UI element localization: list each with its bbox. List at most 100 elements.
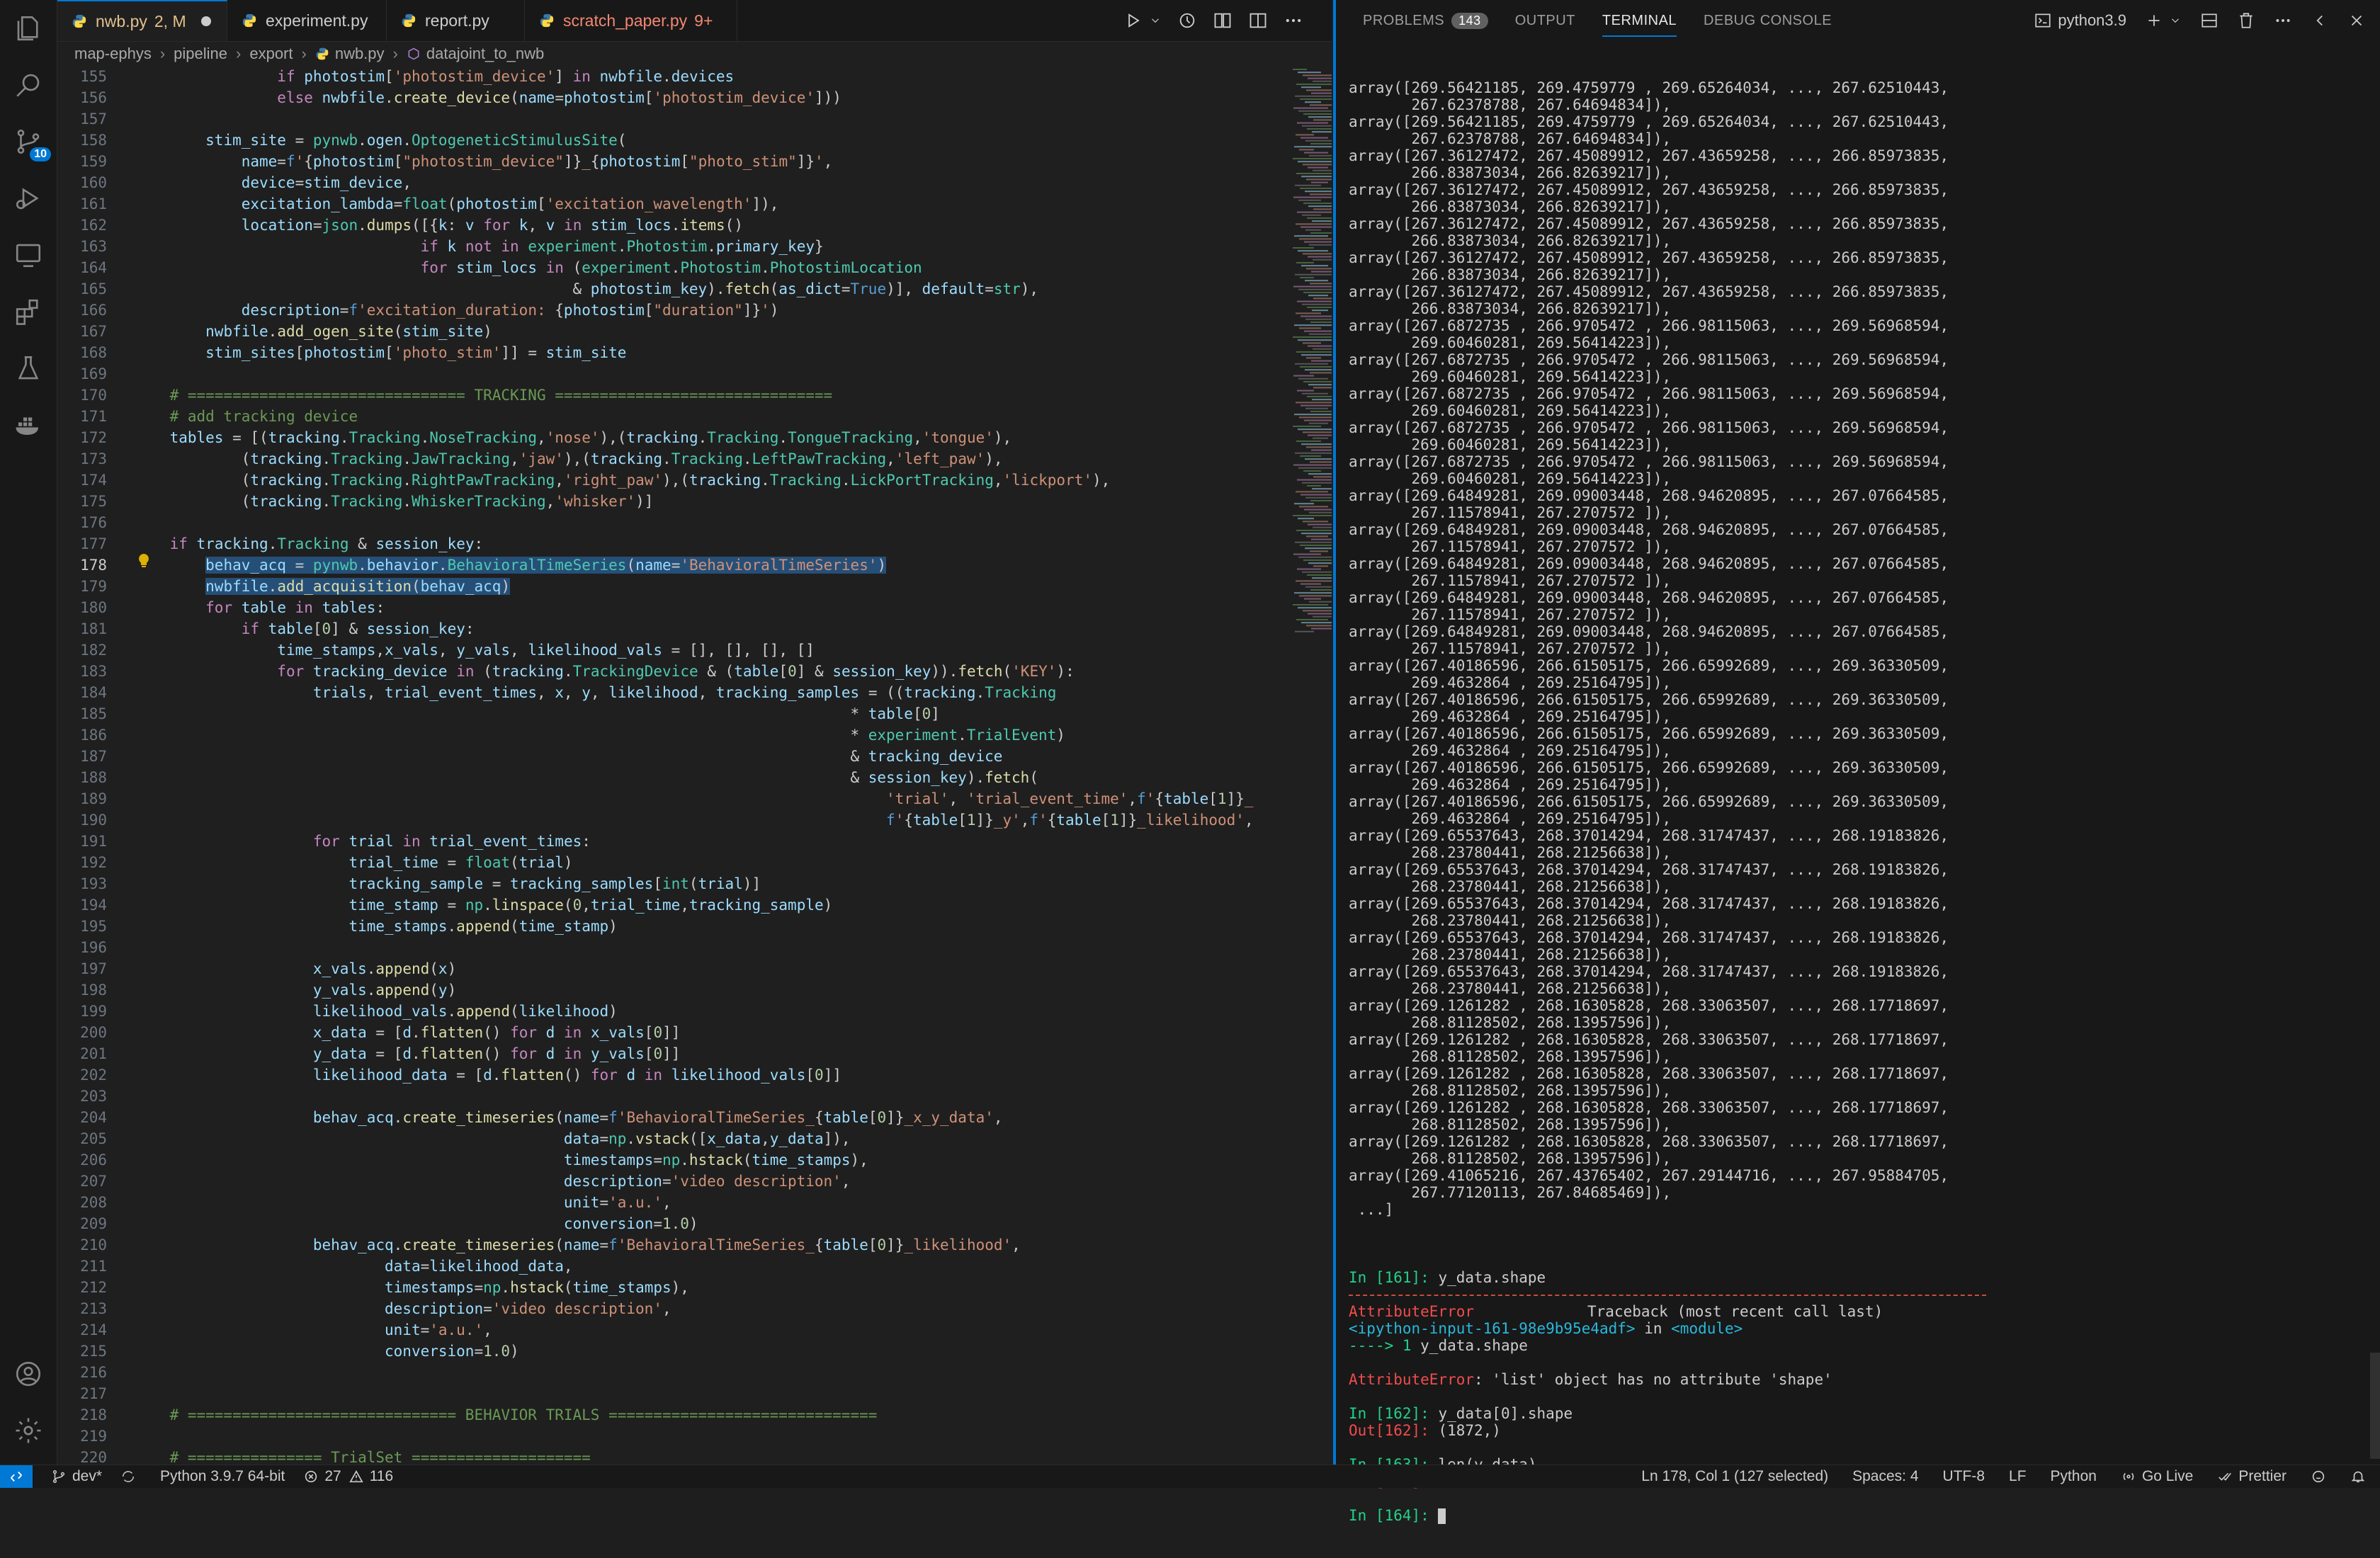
chevron-down-icon[interactable] bbox=[2169, 14, 2182, 27]
code-line[interactable]: 206 timestamps=np.hstack(time_stamps), bbox=[57, 1149, 1226, 1171]
code-line[interactable]: 200 x_data = [d.flatten() for d in x_val… bbox=[57, 1022, 1226, 1043]
chevron-down-icon[interactable] bbox=[1149, 14, 1162, 27]
code-line[interactable]: 198 y_vals.append(y) bbox=[57, 979, 1226, 1001]
code-line[interactable]: 196 bbox=[57, 937, 1226, 958]
tab-report-py[interactable]: report.py bbox=[387, 0, 525, 41]
breadcrumb-item[interactable]: nwb.py bbox=[335, 45, 385, 63]
code-line[interactable]: 168 stim_sites[photostim['photo_stim']] … bbox=[57, 342, 1226, 363]
code-line[interactable]: 197 x_vals.append(x) bbox=[57, 958, 1226, 979]
settings-gear-icon[interactable] bbox=[0, 1402, 57, 1459]
code-line[interactable]: 212 timestamps=np.hstack(time_stamps), bbox=[57, 1277, 1226, 1298]
compare-changes-icon[interactable] bbox=[1213, 11, 1232, 30]
code-line[interactable]: 201 y_data = [d.flatten() for d in y_val… bbox=[57, 1043, 1226, 1064]
close-icon[interactable] bbox=[2347, 11, 2366, 30]
code-line[interactable]: 173 (tracking.Tracking.JawTracking,'jaw'… bbox=[57, 448, 1226, 470]
code-line[interactable]: 165 & photostim_key).fetch(as_dict=True)… bbox=[57, 278, 1226, 300]
code-line[interactable]: 161 excitation_lambda=float(photostim['e… bbox=[57, 193, 1226, 215]
code-line[interactable]: 219 bbox=[57, 1426, 1226, 1447]
code-line[interactable]: 171 # add tracking device bbox=[57, 406, 1226, 427]
code-line[interactable]: 199 likelihood_vals.append(likelihood) bbox=[57, 1001, 1226, 1022]
code-line[interactable]: 214 unit='a.u.', bbox=[57, 1319, 1226, 1341]
breadcrumb-item[interactable]: datajoint_to_nwb bbox=[426, 45, 544, 63]
breadcrumb-item[interactable]: pipeline bbox=[174, 45, 227, 63]
source-control-icon[interactable]: 10 bbox=[0, 113, 57, 170]
code-line[interactable]: 189 'trial', 'trial_event_time',f'{table… bbox=[57, 788, 1253, 809]
terminal-scrollbar[interactable] bbox=[2370, 1353, 2380, 1459]
code-line[interactable]: 155 if photostim['photostim_device'] in … bbox=[57, 66, 1226, 87]
git-branch[interactable]: dev* bbox=[51, 1468, 102, 1485]
split-editor-icon[interactable] bbox=[1248, 11, 1268, 30]
code-line[interactable]: 178 behav_acq = pynwb.behavior.Behaviora… bbox=[57, 555, 1226, 576]
code-line[interactable]: 180 for table in tables: bbox=[57, 597, 1226, 618]
problems-summary[interactable]: 27 116 bbox=[303, 1468, 393, 1485]
code-line[interactable]: 159 name=f'{photostim["photostim_device"… bbox=[57, 151, 1226, 172]
code-line[interactable]: 187 & tracking_device bbox=[57, 746, 1226, 767]
code-line[interactable]: 209 conversion=1.0) bbox=[57, 1213, 1226, 1234]
code-line[interactable]: 192 trial_time = float(trial) bbox=[57, 852, 1226, 873]
code-line[interactable]: 186 * experiment.TrialEvent) bbox=[57, 724, 1226, 746]
code-line[interactable]: 183 for tracking_device in (tracking.Tra… bbox=[57, 661, 1226, 682]
code-line[interactable]: 175 (tracking.Tracking.WhiskerTracking,'… bbox=[57, 491, 1226, 512]
breadcrumb-item[interactable]: export bbox=[249, 45, 293, 63]
code-line[interactable]: 167 nwbfile.add_ogen_site(stim_site) bbox=[57, 321, 1226, 342]
code-line[interactable]: 202 likelihood_data = [d.flatten() for d… bbox=[57, 1064, 1226, 1086]
code-line[interactable]: 182 time_stamps,x_vals, y_vals, likeliho… bbox=[57, 639, 1226, 661]
code-line[interactable]: 174 (tracking.Tracking.RightPawTracking,… bbox=[57, 470, 1226, 491]
split-terminal-icon[interactable] bbox=[2200, 11, 2218, 30]
code-line[interactable]: 163 if k not in experiment.Photostim.pri… bbox=[57, 236, 1226, 257]
search-icon[interactable] bbox=[0, 57, 57, 113]
code-line[interactable]: 195 time_stamps.append(time_stamp) bbox=[57, 916, 1226, 937]
terminal-output[interactable]: array([269.56421185, 269.4759779 , 269.6… bbox=[1349, 45, 2369, 1524]
docker-icon[interactable] bbox=[0, 397, 57, 453]
code-line[interactable]: 190 f'{table[1]}_y',f'{table[1]}_likelih… bbox=[57, 809, 1254, 831]
sync-status[interactable] bbox=[120, 1469, 142, 1484]
code-editor[interactable]: 155 if photostim['photostim_device'] in … bbox=[57, 66, 1332, 1465]
code-line[interactable]: 205 data=np.vstack([x_data,y_data]), bbox=[57, 1128, 1226, 1149]
code-line[interactable]: 156 else nwbfile.create_device(name=phot… bbox=[57, 87, 1226, 108]
python-interpreter[interactable]: Python 3.9.7 64-bit bbox=[160, 1468, 285, 1485]
code-line[interactable]: 211 data=likelihood_data, bbox=[57, 1256, 1226, 1277]
tab-nwb-py[interactable]: nwb.py 2, M bbox=[57, 0, 227, 41]
code-line[interactable]: 162 location=json.dumps([{k: v for k, v … bbox=[57, 215, 1226, 236]
tab-debug-console[interactable]: DEBUG CONSOLE bbox=[1704, 0, 1832, 41]
remote-explorer-icon[interactable] bbox=[0, 227, 57, 283]
trash-icon[interactable] bbox=[2237, 11, 2255, 30]
run-debug-icon[interactable] bbox=[0, 170, 57, 227]
code-line[interactable]: 181 if table[0] & session_key: bbox=[57, 618, 1226, 639]
code-line[interactable]: 184 trials, trial_event_times, x, y, lik… bbox=[57, 682, 1226, 703]
go-live-button[interactable]: Go Live bbox=[2121, 1468, 2193, 1485]
feedback-icon[interactable] bbox=[2311, 1469, 2326, 1484]
tab-terminal[interactable]: TERMINAL bbox=[1602, 0, 1677, 41]
code-line[interactable]: 176 bbox=[57, 512, 1226, 533]
code-line[interactable]: 193 tracking_sample = tracking_samples[i… bbox=[57, 873, 1226, 894]
code-line[interactable]: 179 nwbfile.add_acquisition(behav_acq) bbox=[57, 576, 1226, 597]
code-line[interactable]: 166 description=f'excitation_duration: {… bbox=[57, 300, 1226, 321]
code-line[interactable]: 164 for stim_locs in (experiment.Photost… bbox=[57, 257, 1226, 278]
testing-icon[interactable] bbox=[0, 340, 57, 397]
timeline-icon[interactable] bbox=[1177, 11, 1197, 30]
encoding[interactable]: UTF-8 bbox=[1943, 1468, 1985, 1485]
account-icon[interactable] bbox=[0, 1346, 57, 1402]
code-line[interactable]: 191 for trial in trial_event_times: bbox=[57, 831, 1226, 852]
explorer-icon[interactable] bbox=[0, 0, 57, 57]
code-line[interactable]: 220 # =============== TrialSet =========… bbox=[57, 1447, 1226, 1465]
code-line[interactable]: 203 bbox=[57, 1086, 1226, 1107]
chevron-left-icon[interactable] bbox=[2311, 11, 2329, 30]
code-line[interactable]: 172 tables = [(tracking.Tracking.NoseTra… bbox=[57, 427, 1226, 448]
lightbulb-icon[interactable] bbox=[135, 552, 152, 569]
new-terminal-icon[interactable] bbox=[2145, 11, 2163, 30]
notifications-bell-icon[interactable] bbox=[2350, 1469, 2366, 1484]
code-line[interactable]: 194 time_stamp = np.linspace(0,trial_tim… bbox=[57, 894, 1226, 916]
code-line[interactable]: 158 stim_site = pynwb.ogen.OptogeneticSt… bbox=[57, 130, 1226, 151]
code-line[interactable]: 157 bbox=[57, 108, 1226, 130]
line-ending[interactable]: LF bbox=[2009, 1468, 2027, 1485]
code-line[interactable]: 210 behav_acq.create_timeseries(name=f'B… bbox=[57, 1234, 1226, 1256]
code-line[interactable]: 160 device=stim_device, bbox=[57, 172, 1226, 193]
code-line[interactable]: 217 bbox=[57, 1383, 1226, 1404]
code-line[interactable]: 218 # ============================== BEH… bbox=[57, 1404, 1226, 1426]
code-line[interactable]: 213 description='video description', bbox=[57, 1298, 1226, 1319]
code-line[interactable]: 215 conversion=1.0) bbox=[57, 1341, 1226, 1362]
tab-experiment-py[interactable]: experiment.py bbox=[227, 0, 387, 41]
code-line[interactable]: 177 if tracking.Tracking & session_key: bbox=[57, 533, 1226, 555]
language-mode[interactable]: Python bbox=[2051, 1468, 2097, 1485]
